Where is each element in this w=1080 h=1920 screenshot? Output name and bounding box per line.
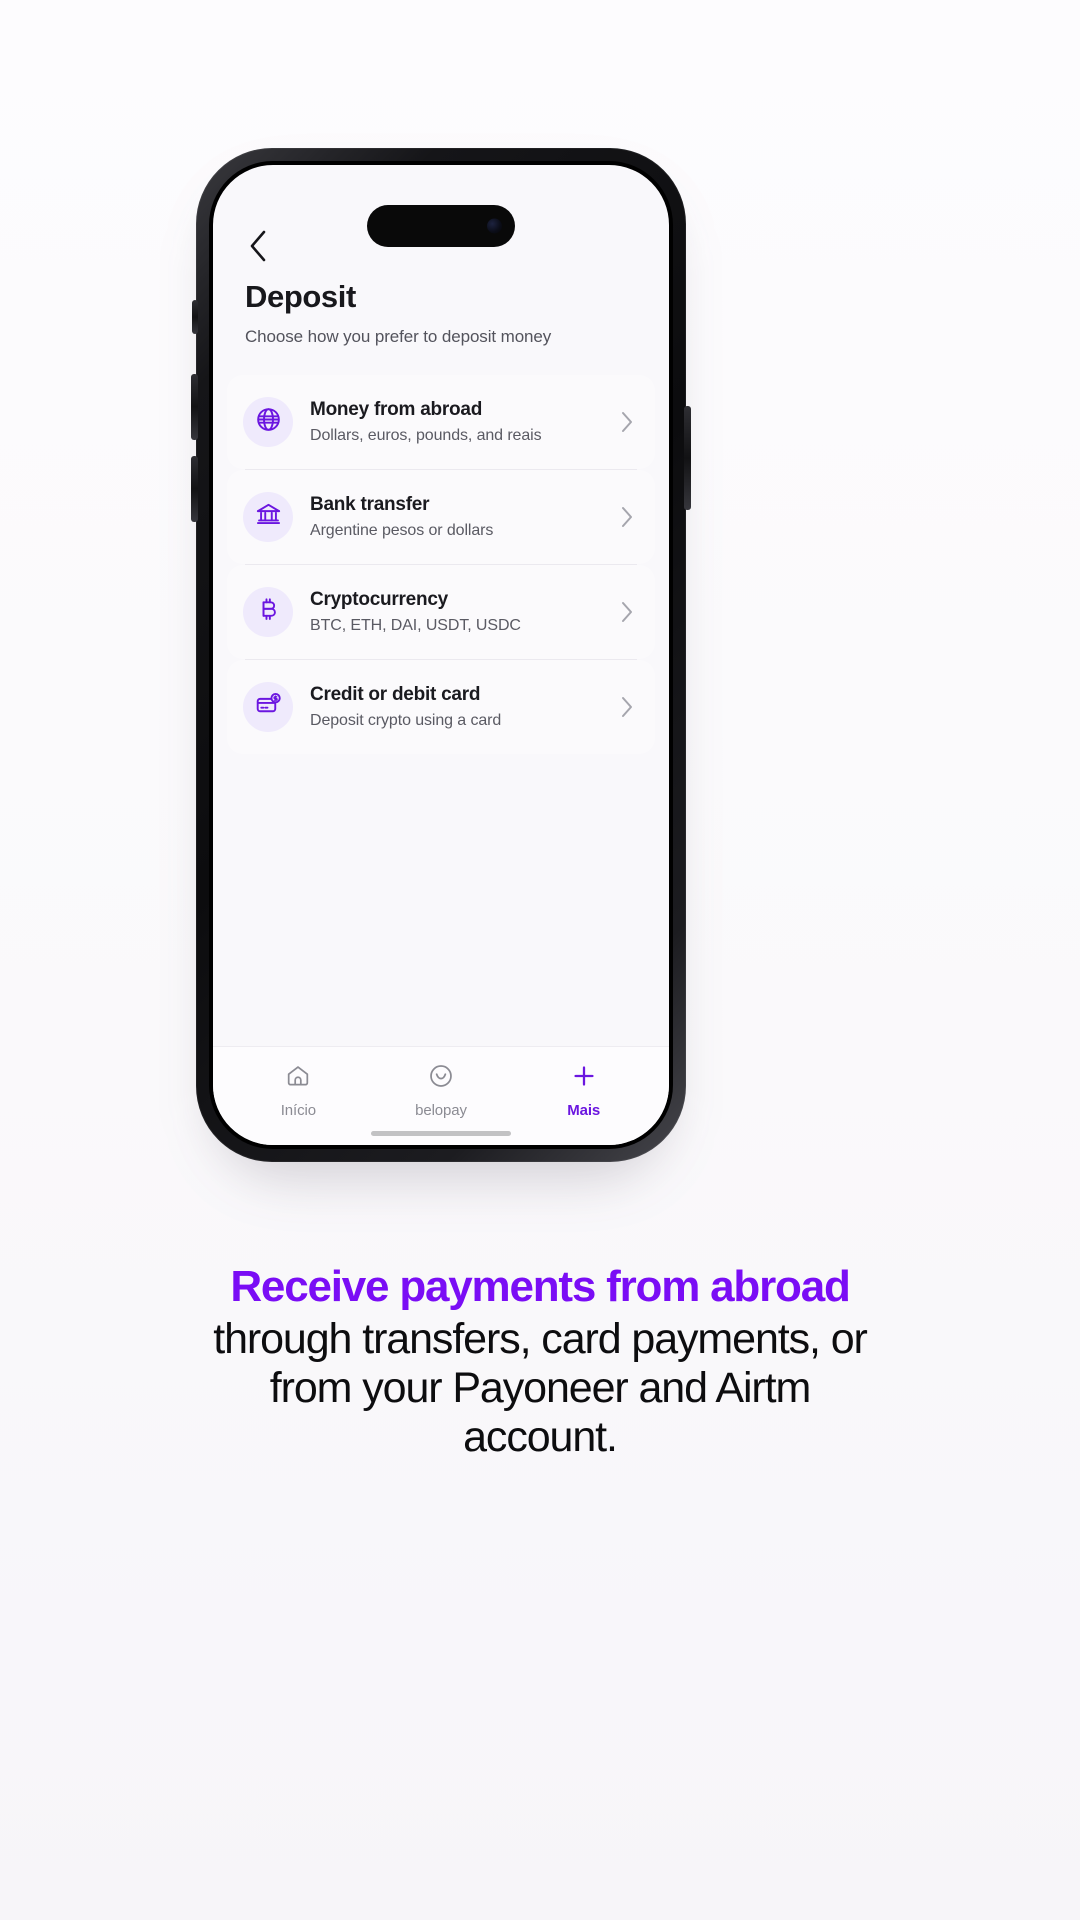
caption-block: Receive payments from abroad through tra… (0, 1262, 1080, 1462)
globe-icon (255, 406, 282, 438)
option-icon-badge (243, 397, 293, 447)
caption-line-4: account. (463, 1413, 618, 1462)
caption-headline: Receive payments from abroad (230, 1262, 851, 1311)
option-text: Cryptocurrency BTC, ETH, DAI, USDT, USDC (310, 589, 598, 636)
tab-inicio[interactable]: Início (227, 1063, 370, 1119)
smiley-icon (428, 1063, 454, 1094)
deposit-option-bank-transfer[interactable]: Bank transfer Argentine pesos or dollars (227, 470, 655, 564)
deposit-option-money-from-abroad[interactable]: Money from abroad Dollars, euros, pounds… (227, 375, 655, 469)
option-text: Credit or debit card Deposit crypto usin… (310, 684, 598, 731)
home-indicator[interactable] (371, 1131, 511, 1136)
option-title: Bank transfer (310, 493, 430, 515)
option-subtitle: Deposit crypto using a card (310, 712, 502, 730)
dynamic-island (367, 205, 515, 247)
tab-label: Início (280, 1102, 316, 1119)
option-title: Credit or debit card (310, 683, 481, 705)
tab-belopay[interactable]: belopay (370, 1063, 513, 1119)
option-icon-badge (243, 682, 293, 732)
phone-bezel: Deposit Choose how you prefer to deposit… (209, 161, 673, 1149)
option-subtitle: BTC, ETH, DAI, USDT, USDC (310, 617, 521, 635)
deposit-options-list: Money from abroad Dollars, euros, pounds… (213, 375, 669, 754)
bank-icon (255, 501, 282, 533)
screen-header: Deposit Choose how you prefer to deposit… (213, 165, 669, 347)
tab-mais[interactable]: Mais (512, 1063, 655, 1119)
phone-screen: Deposit Choose how you prefer to deposit… (213, 165, 669, 1145)
option-text: Bank transfer Argentine pesos or dollars (310, 494, 598, 541)
option-title: Cryptocurrency (310, 588, 448, 610)
chevron-right-icon[interactable] (615, 410, 639, 434)
phone-frame: Deposit Choose how you prefer to deposit… (191, 148, 691, 1162)
chevron-right-icon[interactable] (615, 600, 639, 624)
deposit-option-credit-or-debit-card[interactable]: Credit or debit card Deposit crypto usin… (227, 660, 655, 754)
option-title: Money from abroad (310, 398, 483, 420)
caption-line-2: through transfers, card payments, or (213, 1315, 868, 1364)
option-subtitle: Argentine pesos or dollars (310, 522, 494, 540)
chevron-right-icon[interactable] (615, 695, 639, 719)
chevron-left-icon (247, 229, 269, 263)
power-button[interactable] (684, 406, 691, 510)
bitcoin-icon (255, 596, 282, 628)
caption-line-3: from your Payoneer and Airtm (269, 1364, 812, 1413)
option-text: Money from abroad Dollars, euros, pounds… (310, 399, 598, 446)
credit-card-icon (255, 691, 282, 723)
deposit-option-cryptocurrency[interactable]: Cryptocurrency BTC, ETH, DAI, USDT, USDC (227, 565, 655, 659)
option-subtitle: Dollars, euros, pounds, and reais (310, 427, 542, 445)
option-icon-badge (243, 492, 293, 542)
volume-down-button[interactable] (191, 456, 198, 522)
silent-switch-button[interactable] (192, 300, 198, 334)
deposit-screen: Deposit Choose how you prefer to deposit… (213, 165, 669, 1145)
plus-icon (571, 1063, 597, 1094)
tab-label: belopay (415, 1102, 467, 1119)
phone-mockup: Deposit Choose how you prefer to deposit… (191, 148, 691, 1178)
home-icon (285, 1063, 311, 1094)
caption-text: Receive payments from abroad through tra… (58, 1262, 1022, 1462)
volume-up-button[interactable] (191, 374, 198, 440)
page-subtitle: Choose how you prefer to deposit money (245, 327, 552, 346)
chevron-right-icon[interactable] (615, 505, 639, 529)
front-camera-icon (487, 218, 502, 234)
option-icon-badge (243, 587, 293, 637)
tab-label: Mais (567, 1102, 601, 1119)
back-button[interactable] (239, 227, 277, 265)
page-title: Deposit (245, 279, 356, 314)
